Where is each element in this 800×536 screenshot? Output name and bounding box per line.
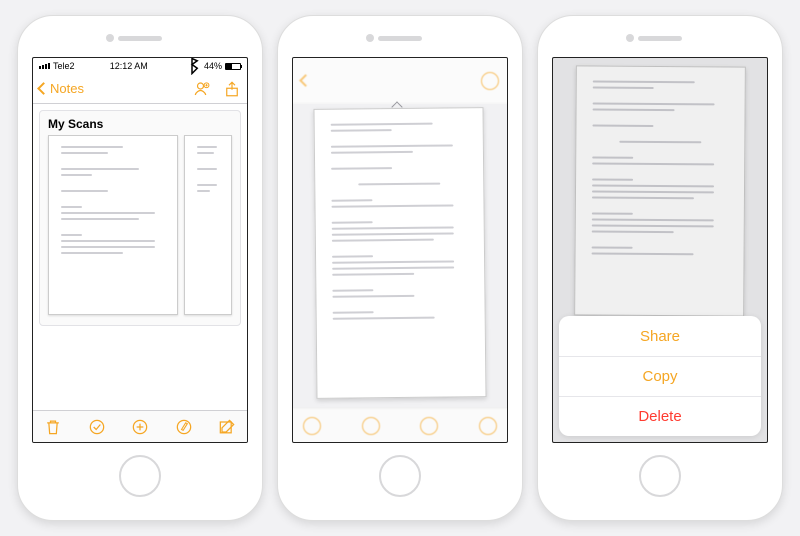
signal-icon — [39, 63, 50, 69]
home-button[interactable] — [379, 455, 421, 497]
speaker — [118, 36, 162, 41]
speaker — [638, 36, 682, 41]
bluetooth-icon — [183, 57, 201, 75]
scans-thumbnails — [40, 135, 240, 325]
battery-icon — [225, 63, 241, 70]
home-button[interactable] — [119, 455, 161, 497]
trash-icon[interactable] — [43, 417, 63, 437]
battery-pct-label: 44% — [204, 61, 222, 71]
speaker — [378, 36, 422, 41]
back-button[interactable]: Notes — [39, 81, 84, 96]
grabber-icon[interactable] — [386, 98, 414, 108]
front-camera — [106, 34, 114, 42]
check-icon[interactable] — [87, 417, 107, 437]
compose-icon[interactable] — [217, 417, 237, 437]
screen — [292, 57, 508, 443]
phone-action-sheet: Share Copy Delete — [537, 15, 783, 521]
scan-thumbnail[interactable] — [184, 135, 232, 315]
screen: Tele2 12:12 AM 44% Notes My Scans — [32, 57, 248, 443]
status-bar: Tele2 12:12 AM 44% — [33, 58, 247, 74]
back-label: Notes — [50, 81, 84, 96]
add-person-icon[interactable] — [193, 80, 211, 98]
action-delete[interactable]: Delete — [559, 396, 761, 436]
bottom-toolbar-blurred — [293, 408, 507, 442]
toolbar-icon[interactable] — [420, 417, 438, 435]
front-camera — [366, 34, 374, 42]
markup-icon[interactable] — [174, 417, 194, 437]
scan-thumbnail[interactable] — [48, 135, 178, 315]
add-icon[interactable] — [130, 417, 150, 437]
front-camera — [626, 34, 634, 42]
home-button[interactable] — [639, 455, 681, 497]
screen: Share Copy Delete — [552, 57, 768, 443]
share-icon[interactable] — [481, 72, 499, 90]
action-sheet: Share Copy Delete — [553, 310, 767, 442]
phone-scan-viewer — [277, 15, 523, 521]
chevron-left-icon — [37, 82, 50, 95]
bottom-toolbar — [33, 410, 247, 442]
toolbar-icon[interactable] — [479, 417, 497, 435]
carrier-label: Tele2 — [53, 61, 75, 71]
scan-viewer[interactable] — [293, 104, 507, 408]
action-copy[interactable]: Copy — [559, 356, 761, 396]
scans-title: My Scans — [40, 111, 240, 135]
toolbar-icon[interactable] — [362, 417, 380, 435]
scanned-page[interactable] — [313, 107, 486, 399]
action-share[interactable]: Share — [559, 316, 761, 356]
share-icon[interactable] — [223, 80, 241, 98]
toolbar-icon[interactable] — [303, 417, 321, 435]
clock-label: 12:12 AM — [110, 61, 148, 71]
scans-attachment[interactable]: My Scans — [39, 110, 241, 326]
nav-bar: Notes — [33, 74, 247, 104]
phone-notes-editor: Tele2 12:12 AM 44% Notes My Scans — [17, 15, 263, 521]
chevron-left-icon[interactable] — [299, 74, 312, 87]
